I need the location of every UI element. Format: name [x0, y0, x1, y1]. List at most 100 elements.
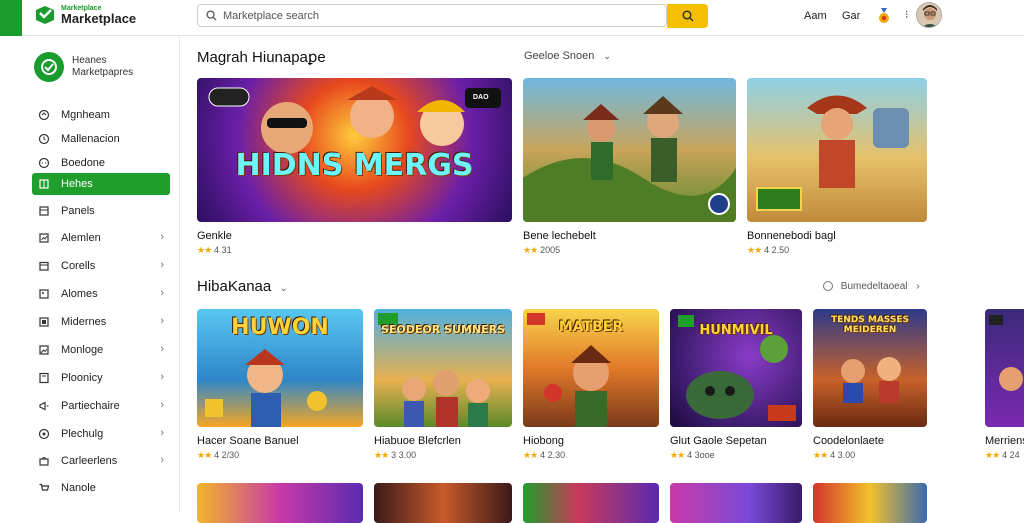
game-art-title-4: HUWON [231, 315, 329, 340]
sidebar-item-10[interactable]: Monloge › [32, 339, 170, 361]
chevron-right-icon: › [160, 427, 164, 439]
brand-icon [34, 52, 64, 82]
doc-icon [38, 372, 50, 384]
sidebar: Heanes Marketpapres Mgnheam Mallenacion Bo… [22, 36, 180, 512]
game-card-image-7[interactable]: HUNMIVIL [670, 309, 802, 427]
chevron-right-icon: › [160, 371, 164, 383]
sidebar-item-label: Panels [61, 205, 95, 217]
logo-icon [36, 6, 54, 24]
game-title-4[interactable]: Hacer Soane Banuel [197, 435, 299, 447]
sidebar-item-label: Carleerlens [61, 455, 118, 467]
sidebar-item-12[interactable]: Partiechaire › [32, 395, 170, 417]
game-rating-8: ★★ 4 3.00 [813, 450, 856, 460]
chevron-right-icon: › [160, 231, 164, 243]
medal-icon[interactable] [877, 8, 891, 24]
header-link-2[interactable]: Gar [842, 10, 860, 22]
sidebar-item-3[interactable]: Boedone [32, 152, 170, 174]
sidebar-item-6[interactable]: Alemlen › [32, 227, 170, 249]
search-icon [681, 10, 694, 22]
game-art-9 [989, 315, 1023, 391]
search-bar[interactable] [197, 4, 667, 27]
logo[interactable]: Marketplace Marketplace [34, 4, 136, 26]
game-rating-4: ★★ 4 2/30 [197, 450, 240, 460]
sidebar-item-4[interactable]: Hehes [32, 173, 170, 195]
sidebar-item-label: Alemlen [61, 232, 101, 244]
game-card-image-4[interactable]: HUWON [197, 309, 363, 427]
section-title-games[interactable]: HibaKanaa ⌄ [197, 278, 288, 295]
recommended-link[interactable]: Bumedeltaoeal › [823, 281, 920, 292]
box-icon [38, 316, 50, 328]
game-art-2 [523, 96, 736, 222]
game-title-5[interactable]: Hiabuoe Blefcrlen [374, 435, 461, 447]
game-title-2[interactable]: Bene lechebelt [523, 230, 596, 242]
game-card-image-5[interactable]: SEODEOR SUMNERS [374, 309, 512, 427]
game-title-1[interactable]: Genkle [197, 230, 232, 242]
game-card-image-12[interactable] [523, 483, 659, 523]
sidebar-item-1[interactable]: Mgnheam [32, 104, 170, 126]
chevron-right-icon: › [160, 259, 164, 271]
calendar-icon [38, 260, 50, 272]
game-title-9[interactable]: Merriens [985, 435, 1024, 447]
sidebar-item-2[interactable]: Mallenacion [32, 128, 170, 150]
avatar[interactable] [916, 2, 942, 28]
game-title-7[interactable]: Glut Gaole Sepetan [670, 435, 767, 447]
game-art-title-7: HUNMIVIL [699, 323, 773, 338]
game-card-image-14[interactable] [813, 483, 927, 523]
chevron-right-icon: › [160, 315, 164, 327]
sidebar-item-label: Corells [61, 260, 96, 272]
game-tag-1: DAO [469, 92, 493, 103]
game-rating-3: ★★ 4 2.50 [747, 245, 790, 255]
game-card-image-2[interactable] [523, 78, 736, 222]
game-title-6[interactable]: Hiobong [523, 435, 564, 447]
cart-icon [38, 482, 50, 494]
game-card-image-6[interactable]: MATBER [523, 309, 659, 427]
chevron-right-icon: › [160, 454, 164, 466]
megaphone-icon [38, 400, 50, 412]
section-title-text: HibaKanaa [197, 278, 272, 295]
game-title-3[interactable]: Bonnenebodi bagl [747, 230, 836, 242]
info-icon [823, 281, 833, 292]
sidebar-item-15[interactable]: Nanole [32, 477, 170, 499]
game-card-image-1[interactable]: HIDNS MERGS DAO [197, 78, 512, 222]
sort-dropdown[interactable]: Geeloe Snoen ⌄ [524, 50, 611, 62]
sidebar-item-label: Monloge [61, 344, 104, 356]
sidebar-item-9[interactable]: Midernes › [32, 311, 170, 333]
sidebar-item-8[interactable]: Alomes › [32, 283, 170, 305]
chevron-right-icon: › [160, 343, 164, 355]
sidebar-item-label: Ploonicy [61, 372, 103, 384]
game-rating-7: ★★ 4 3ooe [670, 450, 715, 460]
sidebar-brand[interactable]: Heanes Marketpapres [34, 52, 133, 82]
chevron-right-icon: › [916, 281, 920, 292]
recommended-label: Bumedeltaoeal [840, 281, 908, 292]
sidebar-item-5[interactable]: Panels [32, 200, 170, 222]
game-card-image-9[interactable] [985, 309, 1024, 427]
sidebar-item-7[interactable]: Corells › [32, 255, 170, 277]
game-card-image-8[interactable]: TENDS MASSES MEIDEREN [813, 309, 927, 427]
game-card-image-13[interactable] [670, 483, 802, 523]
sidebar-item-label: Boedone [61, 157, 106, 169]
game-title-8[interactable]: Coodelonlaete [813, 435, 884, 447]
sidebar-item-label: Midernes [61, 316, 107, 328]
sidebar-item-label: Mgnheam [61, 109, 110, 121]
chevron-down-icon: ⌄ [603, 51, 611, 61]
game-card-image-11[interactable] [374, 483, 512, 523]
sidebar-item-11[interactable]: Ploonicy › [32, 367, 170, 389]
search-input[interactable] [223, 9, 643, 22]
more-icon[interactable]: ⁝ [905, 8, 909, 21]
chat-icon [38, 157, 50, 169]
sidebar-item-label: Plechulg [61, 428, 104, 440]
bag-icon [38, 455, 50, 467]
game-rating-1: ★★ 4 31 [197, 245, 232, 255]
game-card-image-10[interactable] [197, 483, 363, 523]
sidebar-item-14[interactable]: Carleerlens › [32, 450, 170, 472]
chevron-down-icon: ⌄ [279, 283, 288, 294]
brand-line-1: Heanes [72, 55, 107, 66]
sidebar-item-label: Partiechaire [61, 400, 120, 412]
home-icon [38, 109, 50, 121]
game-card-image-3[interactable] [747, 78, 927, 222]
search-button[interactable] [667, 4, 708, 28]
sidebar-item-13[interactable]: Plechulg › [32, 423, 170, 445]
sort-label: Geeloe Snoen [524, 50, 595, 62]
header-link-1[interactable]: Aam [804, 10, 827, 22]
panel-icon [38, 205, 50, 217]
